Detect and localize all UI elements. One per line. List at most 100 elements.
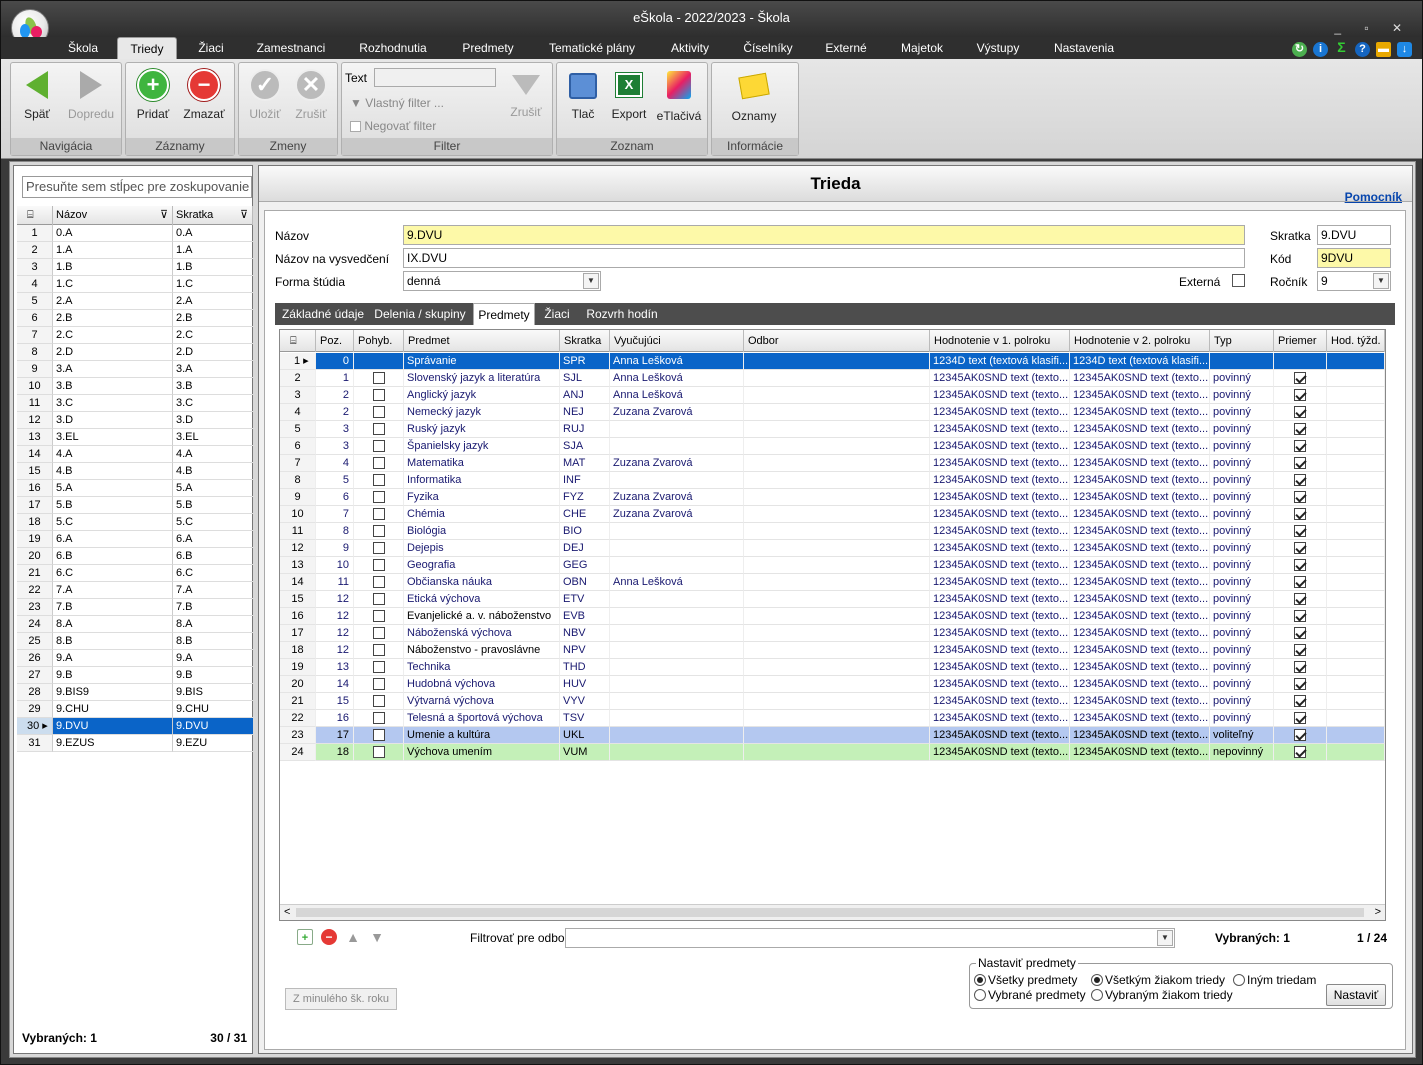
table-row[interactable]: 15 12 Etická výchova ETV 12345AK0SND text (t… [280, 591, 1385, 608]
table-row[interactable]: 30 ▸ 9.DVU 9.DVU [17, 718, 253, 735]
radio-dot[interactable] [1091, 989, 1103, 1001]
movable-cell[interactable] [354, 557, 404, 574]
kod-input[interactable]: 9DVU [1317, 248, 1391, 268]
radio-all-subjects[interactable]: Všetky predmety [974, 973, 1077, 987]
chevron-down-icon[interactable]: ▼ [583, 273, 599, 289]
radio-dot[interactable] [974, 974, 986, 986]
movable-checkbox[interactable] [372, 610, 385, 622]
back-button[interactable]: Späť [13, 69, 61, 121]
movable-checkbox[interactable] [372, 389, 385, 401]
filter-odbor-select[interactable]: ▼ [565, 928, 1175, 948]
tab-tematicke-plany[interactable]: Tematické plány [537, 37, 647, 59]
eprint-button[interactable]: eTlačivá [653, 69, 705, 123]
average-cell[interactable] [1274, 642, 1327, 659]
table-row[interactable]: 9 6 Fyzika FYZ Zuzana Zvarová 12345AK0SND tex… [280, 489, 1385, 506]
table-row[interactable]: 26 9.A 9.A [17, 650, 253, 667]
move-up-icon[interactable]: ▲ [345, 929, 361, 945]
average-checkbox[interactable] [1294, 525, 1306, 537]
table-row[interactable]: 6 3 Španielsky jazyk SJA 12345AK0SND text (t… [280, 438, 1385, 455]
column-header-nazov[interactable]: Názov ⊽ [53, 206, 173, 225]
table-row[interactable]: 24 8.A 8.A [17, 616, 253, 633]
table-row[interactable]: 4 2 Nemecký jazyk NEJ Zuzana Zvarová 12345AK0… [280, 404, 1385, 421]
movable-cell[interactable] [354, 727, 404, 744]
average-cell[interactable] [1274, 353, 1327, 370]
tab-nastavenia[interactable]: Nastavenia [1041, 37, 1127, 59]
cancel-changes-button[interactable]: ✕ Zrušiť [287, 69, 335, 121]
filter-icon[interactable]: ⊽ [240, 206, 248, 225]
negate-checkbox-box[interactable] [350, 121, 361, 132]
average-checkbox[interactable] [1294, 610, 1306, 622]
movable-cell[interactable] [354, 676, 404, 693]
tab-ziaci-detail[interactable]: Žiaci [537, 303, 577, 325]
tab-ciselniky[interactable]: Číselníky [733, 37, 803, 59]
move-down-icon[interactable]: ▼ [369, 929, 385, 945]
average-checkbox[interactable] [1294, 712, 1306, 724]
average-cell[interactable] [1274, 370, 1327, 387]
average-checkbox[interactable] [1294, 542, 1306, 554]
table-row[interactable]: 3 2 Anglický jazyk ANJ Anna Lešková 12345AK0S… [280, 387, 1385, 404]
movable-cell[interactable] [354, 693, 404, 710]
movable-checkbox[interactable] [372, 491, 385, 503]
table-row[interactable]: 14 11 Občianska náuka OBN Anna Lešková 12345A… [280, 574, 1385, 591]
table-row[interactable]: 1 ▸ 0 Správanie SPR Anna Lešková 1234D text (… [280, 353, 1385, 370]
table-row[interactable]: 14 4.A 4.A [17, 446, 253, 463]
forward-button[interactable]: Dopredu [63, 69, 119, 121]
average-checkbox[interactable] [1294, 661, 1306, 673]
movable-cell[interactable] [354, 540, 404, 557]
average-checkbox[interactable] [1294, 729, 1306, 741]
skratka-input[interactable]: 9.DVU [1317, 225, 1391, 245]
scroll-thumb[interactable] [296, 908, 1364, 917]
table-row[interactable]: 23 17 Umenie a kultúra UKL 12345AK0SND text … [280, 727, 1385, 744]
average-cell[interactable] [1274, 540, 1327, 557]
table-row[interactable]: 17 5.B 5.B [17, 497, 253, 514]
table-row[interactable]: 5 2.A 2.A [17, 293, 253, 310]
average-cell[interactable] [1274, 744, 1327, 761]
movable-checkbox[interactable] [372, 372, 385, 384]
movable-cell[interactable] [354, 438, 404, 455]
column-chooser-icon[interactable]: ⌸ [280, 330, 316, 352]
table-row[interactable]: 7 4 Matematika MAT Zuzana Zvarová 12345AK0SND… [280, 455, 1385, 472]
filter-icon[interactable]: ⊽ [160, 206, 168, 225]
radio-all-students[interactable]: Všetkým žiakom triedy [1091, 973, 1225, 987]
table-row[interactable]: 18 12 Náboženstvo - pravoslávne NPV 12345AK0… [280, 642, 1385, 659]
table-row[interactable]: 13 3.EL 3.EL [17, 429, 253, 446]
col-skratka[interactable]: Skratka [560, 330, 610, 352]
help-icon[interactable]: ? [1355, 42, 1370, 57]
average-cell[interactable] [1274, 489, 1327, 506]
average-cell[interactable] [1274, 727, 1327, 744]
table-row[interactable]: 22 16 Telesná a športová výchova TSV 12345AK… [280, 710, 1385, 727]
average-checkbox[interactable] [1294, 406, 1306, 418]
table-row[interactable]: 12 3.D 3.D [17, 412, 253, 429]
col-hodnotenie1[interactable]: Hodnotenie v 1. polroku [930, 330, 1070, 352]
tab-rozhodnutia[interactable]: Rozhodnutia [347, 37, 439, 59]
average-cell[interactable] [1274, 404, 1327, 421]
movable-checkbox[interactable] [372, 644, 385, 656]
filter-text-input[interactable] [374, 68, 496, 87]
scroll-left-icon[interactable]: < [284, 906, 290, 918]
movable-cell[interactable] [354, 744, 404, 761]
average-checkbox[interactable] [1294, 576, 1306, 588]
average-cell[interactable] [1274, 710, 1327, 727]
average-cell[interactable] [1274, 574, 1327, 591]
average-checkbox[interactable] [1294, 644, 1306, 656]
group-by-area[interactable]: Presuňte sem stĺpec pre zoskupovanie [22, 176, 252, 198]
movable-cell[interactable] [354, 642, 404, 659]
update-icon[interactable]: ↓ [1397, 42, 1412, 57]
movable-checkbox[interactable] [372, 542, 385, 554]
table-row[interactable]: 3 1.B 1.B [17, 259, 253, 276]
movable-checkbox[interactable] [372, 474, 385, 486]
average-cell[interactable] [1274, 472, 1327, 489]
movable-checkbox[interactable] [372, 627, 385, 639]
add-row-icon[interactable]: + [297, 929, 313, 945]
table-row[interactable]: 16 5.A 5.A [17, 480, 253, 497]
tab-predmety[interactable]: Predmety [449, 37, 527, 59]
tab-rozvrh[interactable]: Rozvrh hodín [581, 303, 663, 325]
set-button[interactable]: Nastaviť [1326, 984, 1386, 1006]
radio-dot[interactable] [1091, 974, 1103, 986]
radio-selected-students[interactable]: Vybraným žiakom triedy [1091, 988, 1233, 1002]
negate-filter-checkbox[interactable]: Negovať filter [350, 119, 436, 133]
average-checkbox[interactable] [1294, 678, 1306, 690]
movable-checkbox[interactable] [372, 525, 385, 537]
average-checkbox[interactable] [1294, 440, 1306, 452]
table-row[interactable]: 19 13 Technika THD 12345AK0SND text (texto..… [280, 659, 1385, 676]
